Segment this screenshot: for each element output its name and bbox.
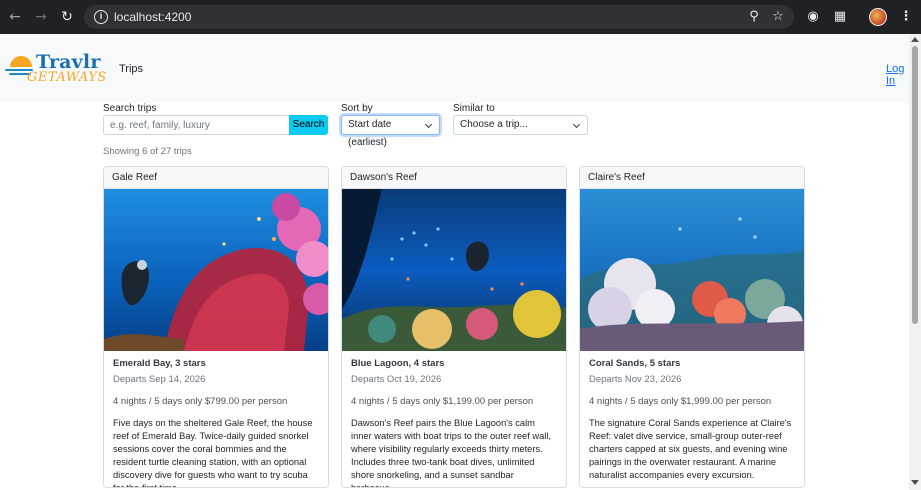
similar-select[interactable]: Choose a trip... <box>453 115 588 135</box>
scrollbar-thumb[interactable] <box>912 46 918 324</box>
site-info-icon[interactable]: i <box>94 10 108 24</box>
menu-icon[interactable]: ⋮ <box>897 8 915 26</box>
chevron-down-icon <box>572 120 581 129</box>
trip-price: 4 nights / 5 days only $1,999.00 per per… <box>589 396 772 407</box>
trip-price: 4 nights / 5 days only $1,199.00 per per… <box>351 396 534 407</box>
sort-label: Sort by <box>341 103 373 114</box>
browser-toolbar: ← → ↻ i localhost:4200 ⚲ ☆ ◉ ▦ ⋮ <box>0 0 921 34</box>
sort-select-value: Start date (earliest) <box>348 119 392 148</box>
zoom-icon[interactable]: ⚲ <box>746 9 762 25</box>
trip-card[interactable]: Dawson's Reef Blue Lagoon, 4 stars Depar… <box>341 166 567 488</box>
scroll-up-icon[interactable] <box>911 37 919 42</box>
url-text[interactable]: localhost:4200 <box>114 10 191 24</box>
trip-departs: Departs Nov 23, 2026 <box>589 374 682 385</box>
nav-link-trips[interactable]: Trips <box>119 63 143 75</box>
logo-subtitle: GETAWAYS <box>27 70 107 85</box>
trip-resort: Blue Lagoon, 4 stars <box>351 358 445 369</box>
scroll-down-icon[interactable] <box>911 480 919 485</box>
login-link[interactable]: Log In <box>886 63 909 87</box>
forward-icon[interactable]: → <box>32 8 50 26</box>
logo-sun-icon <box>10 56 32 67</box>
trip-name: Claire's Reef <box>580 167 804 189</box>
trip-price: 4 nights / 5 days only $799.00 per perso… <box>113 396 288 407</box>
reload-icon[interactable]: ↻ <box>58 8 76 26</box>
trip-image <box>342 189 566 351</box>
similar-select-value: Choose a trip... <box>460 119 528 130</box>
trip-image <box>580 189 804 351</box>
trip-resort: Emerald Bay, 3 stars <box>113 358 206 369</box>
result-count: Showing 6 of 27 trips <box>103 146 192 157</box>
trip-name: Gale Reef <box>104 167 328 189</box>
trip-name: Dawson's Reef <box>342 167 566 189</box>
search-label: Search trips <box>103 103 157 114</box>
camera-icon[interactable]: ◉ <box>804 8 822 26</box>
trip-card[interactable]: Claire's Reef Coral Sands, 5 stars Depar… <box>579 166 805 488</box>
trip-resort: Coral Sands, 5 stars <box>589 358 681 369</box>
trip-description: The signature Coral Sands experience at … <box>589 418 792 480</box>
address-bar[interactable]: i localhost:4200 ⚲ ☆ <box>84 5 794 29</box>
similar-label: Similar to <box>453 103 495 114</box>
trip-image <box>104 189 328 351</box>
app-navbar: Travlr GETAWAYS Trips Log In <box>0 34 909 103</box>
trip-description: Dawson's Reef pairs the Blue Lagoon's ca… <box>351 418 551 488</box>
trip-departs: Departs Oct 19, 2026 <box>351 374 442 385</box>
trip-card[interactable]: Gale Reef Emerald Bay, 3 stars Departs S… <box>103 166 329 488</box>
chevron-down-icon <box>424 120 433 129</box>
trip-description: Five days on the sheltered Gale Reef, th… <box>113 418 313 488</box>
profile-icon[interactable] <box>869 8 887 26</box>
trip-departs: Departs Sep 14, 2026 <box>113 374 206 385</box>
travlr-logo[interactable]: Travlr GETAWAYS <box>3 51 106 87</box>
bookmark-star-icon[interactable]: ☆ <box>770 9 786 25</box>
extensions-icon[interactable]: ▦ <box>831 8 849 26</box>
sort-select[interactable]: Start date (earliest) <box>341 115 440 148</box>
search-button[interactable]: Search <box>289 115 328 135</box>
page-scrollbar[interactable] <box>909 34 921 490</box>
search-input[interactable]: e.g. reef, family, luxury <box>103 115 290 135</box>
back-icon[interactable]: ← <box>6 8 24 26</box>
